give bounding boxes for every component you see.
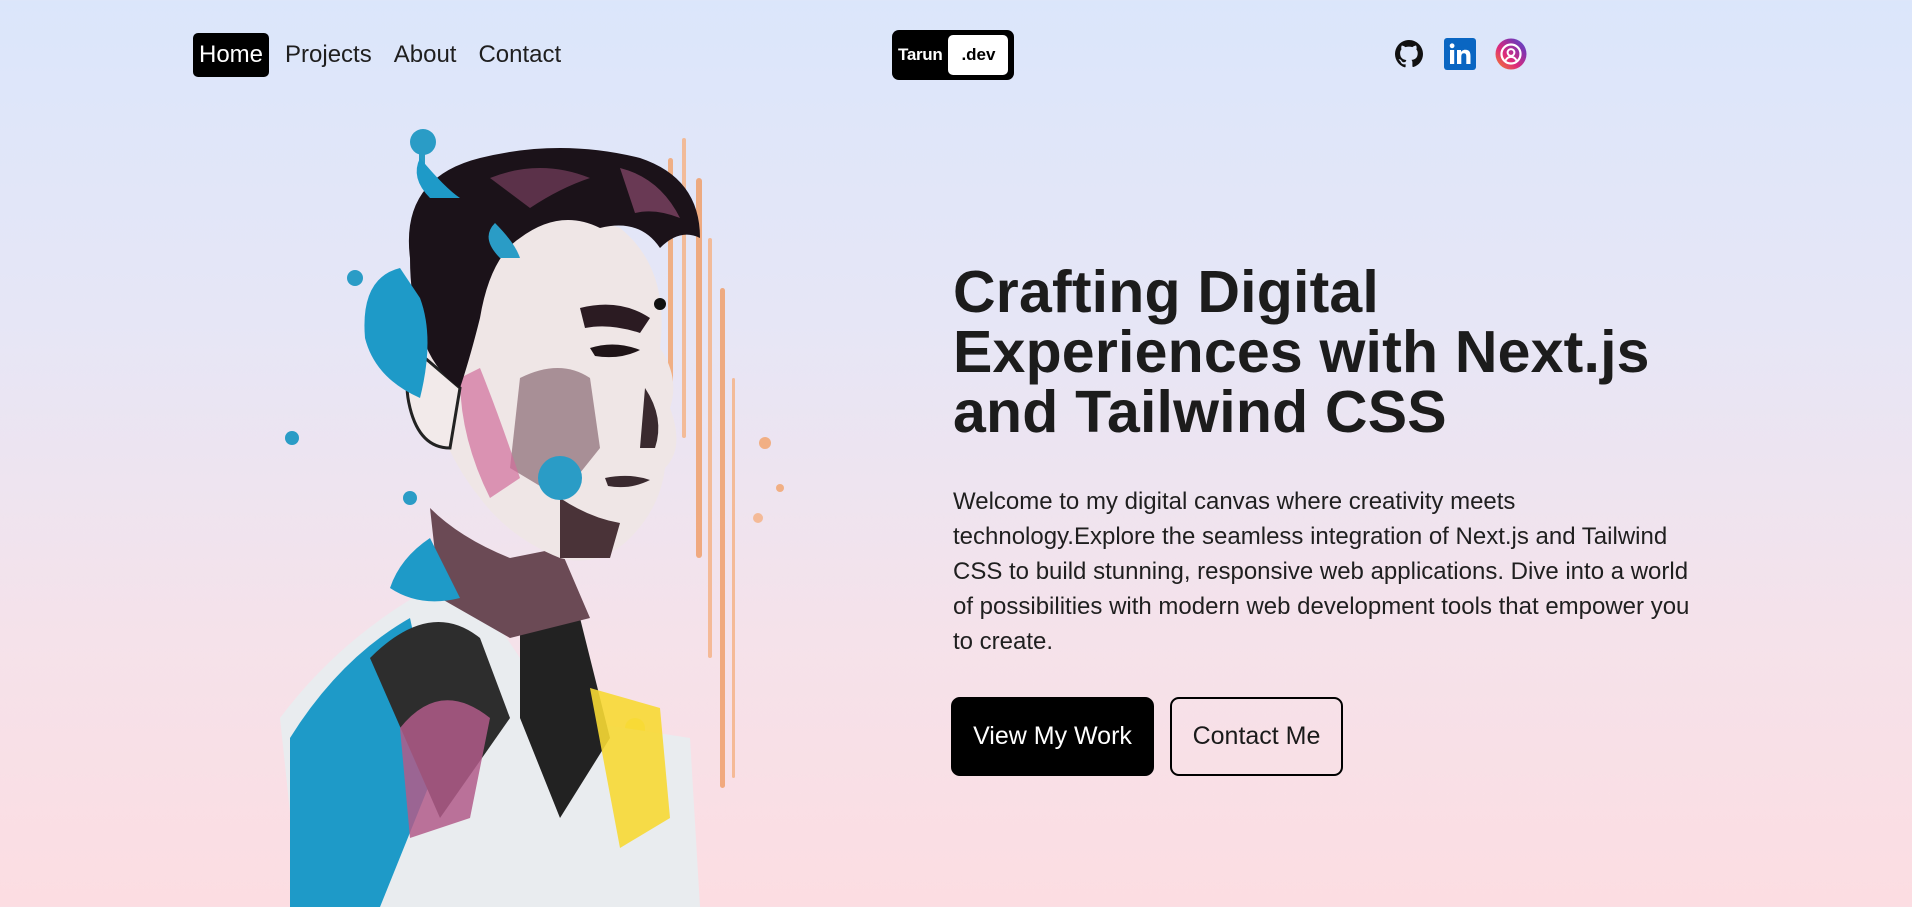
hero-description: Welcome to my digital canvas where creat… xyxy=(953,488,1690,655)
github-icon[interactable] xyxy=(1393,38,1425,70)
logo-suffix: .dev xyxy=(948,35,1009,75)
nav-home-link[interactable]: Home xyxy=(193,33,270,77)
nav-contact-link[interactable]: Contact xyxy=(472,33,567,77)
hero-portrait-image xyxy=(260,118,860,907)
view-my-work-button[interactable]: View My Work xyxy=(951,697,1154,776)
main-nav: Home Projects About Contact xyxy=(193,33,567,77)
contact-me-button[interactable]: Contact Me xyxy=(1170,697,1343,776)
linkedin-icon[interactable] xyxy=(1444,38,1476,70)
instagram-icon[interactable] xyxy=(1495,38,1527,70)
hero-actions: View My Work Contact Me xyxy=(951,697,1343,776)
nav-about-link[interactable]: About xyxy=(388,33,463,77)
social-links xyxy=(1393,38,1527,70)
hero-title: Crafting Digital Experiences with Next.j… xyxy=(953,259,1650,445)
logo-name: Tarun xyxy=(898,45,943,64)
nav-projects-link[interactable]: Projects xyxy=(279,33,378,77)
site-logo[interactable]: Tarun .dev xyxy=(892,30,1014,80)
